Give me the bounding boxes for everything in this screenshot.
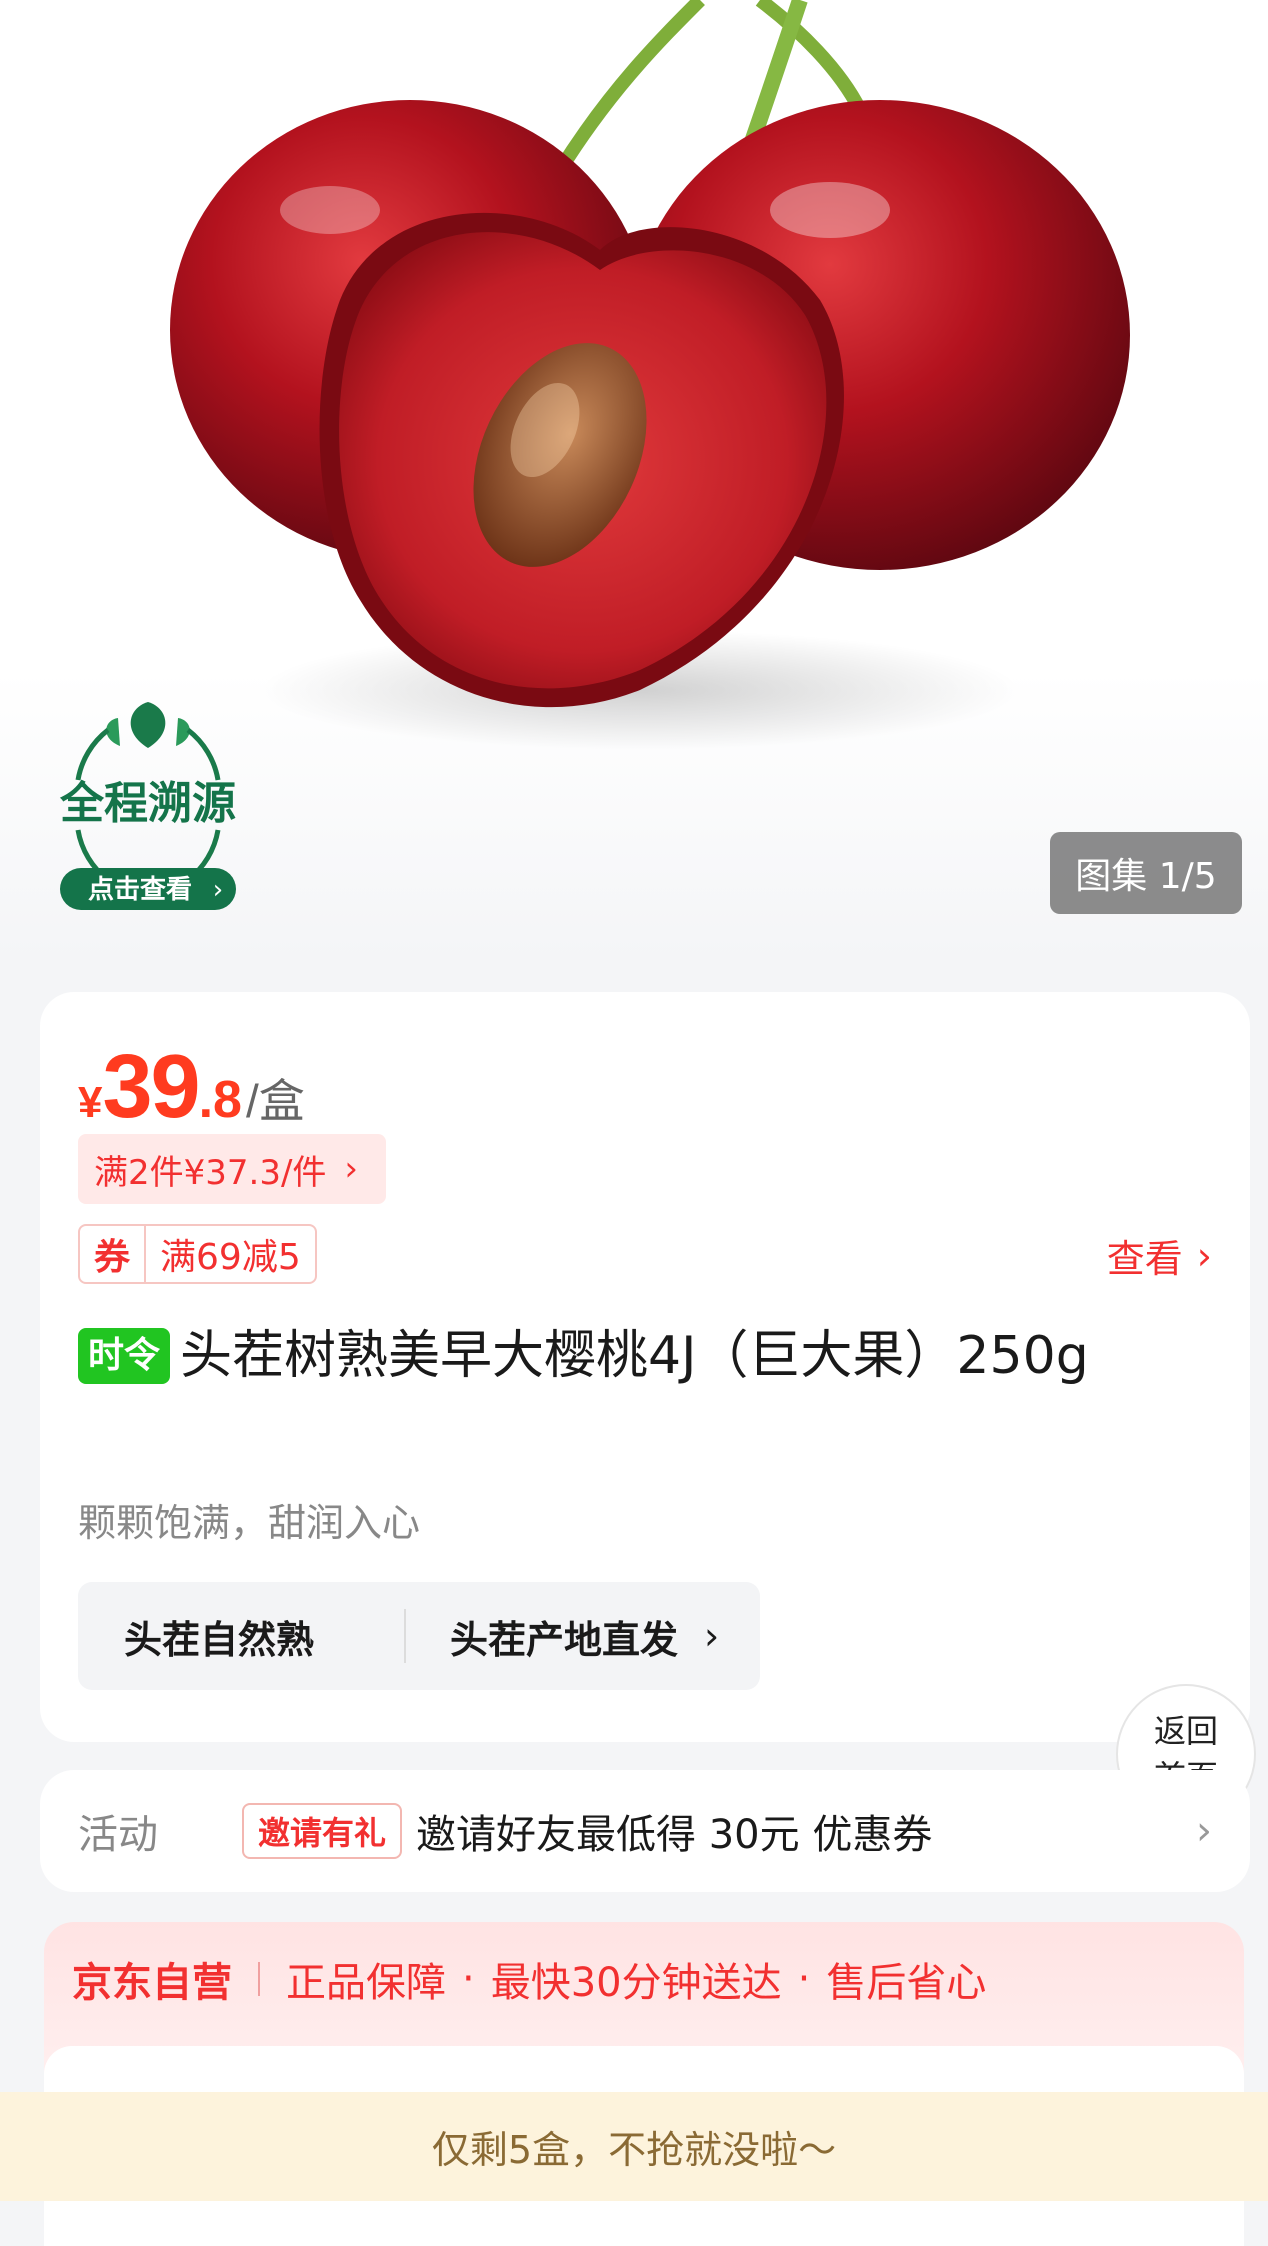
service-genuine: 正品保障 [286,1960,446,2006]
multi-buy-promo[interactable]: 满2件¥37.3/件 › [78,1134,387,1204]
multi-buy-label: 满2件¥37.3/件 [94,1152,327,1193]
chevron-right-icon: › [1196,1808,1212,1854]
activity-text: 邀请好友最低得 30元 优惠券 [416,1812,933,1858]
product-title-text: 头茬树熟美早大樱桃4J（巨大果）250g [180,1326,1089,1386]
service-delivery: 最快30分钟送达 [490,1960,782,2006]
chevron-right-icon: › [704,1614,720,1658]
low-stock-banner: 仅剩5盒，不抢就没啦～ [0,2092,1268,2201]
price: ¥39.8/盒 [78,1036,305,1139]
service-after-sales: 售后省心 [826,1960,987,2006]
service-row: 京东自营 正品保障 · 最快30分钟送达 · 售后省心 [72,1950,986,2008]
activity-row[interactable]: 活动 邀请有礼 邀请好友最低得 30元 优惠券 › [40,1770,1250,1892]
chevron-right-icon: › [1196,1233,1212,1278]
product-info-card: ¥39.8/盒 满2件¥37.3/件 › 券 满69减5 查看 › 时令 头茬树熟… [40,992,1250,1742]
jd-self-operated-label: 京东自营 [72,1960,232,2006]
invite-badge: 邀请有礼 [242,1803,403,1859]
price-decimal: .8 [198,1071,242,1129]
leaf-icon: 全程溯源 点击查看 › [59,702,236,910]
currency-symbol: ¥ [78,1078,103,1127]
svg-text:›: › [213,875,223,905]
coupon-label: 券 [78,1224,147,1284]
trace-badge-title: 全程溯源 [59,778,236,829]
divider [258,1962,260,1996]
feature-natural-ripening: 头茬自然熟 [124,1617,315,1662]
coupon-tag[interactable]: 券 满69减5 [78,1224,317,1284]
product-title: 时令 头茬树熟美早大樱桃4J（巨大果）250g [78,1312,1218,1400]
trace-badge-action: 点击查看 [88,874,192,905]
home-button-line1: 返回 [1153,1712,1218,1750]
view-coupons-label: 查看 [1106,1237,1183,1281]
feature-highlights[interactable]: 头茬自然熟 头茬产地直发 › [78,1582,760,1690]
view-coupons-link[interactable]: 查看 › [1107,1228,1212,1283]
coupon-value: 满69减5 [146,1224,317,1284]
price-unit: /盒 [245,1075,305,1127]
divider [404,1609,406,1663]
gallery-counter-button[interactable]: 图集 1/5 [1050,832,1242,914]
price-integer: 39 [102,1037,200,1137]
dot-separator: · [797,1956,811,2002]
product-image-carousel[interactable]: 全程溯源 点击查看 › 图集 1/5 [0,0,1268,960]
product-subtitle: 颗颗饱满，甜润入心 [78,1501,421,1545]
feature-direct-shipping: 头茬产地直发 [450,1617,679,1662]
seasonal-tag: 时令 [78,1328,171,1384]
activity-label: 活动 [78,1812,158,1858]
traceability-badge[interactable]: 全程溯源 点击查看 › [48,690,248,920]
chevron-right-icon: › [344,1149,359,1189]
dot-separator: · [462,1956,475,2002]
